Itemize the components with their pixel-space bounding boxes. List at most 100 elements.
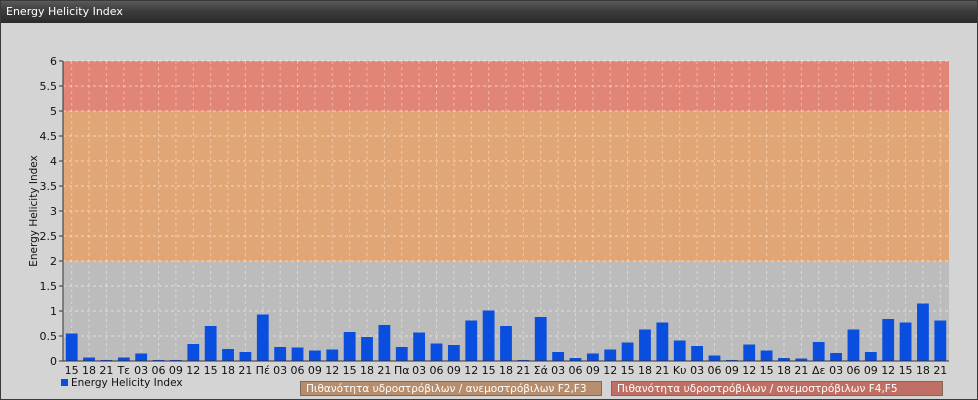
x-tick-label: 12	[881, 364, 895, 377]
bar	[135, 353, 148, 361]
x-tick-label: Κυ	[673, 364, 687, 377]
bar	[743, 344, 756, 361]
x-tick-label: 15	[65, 364, 79, 377]
bar	[308, 350, 321, 361]
x-tick-label: 18	[499, 364, 513, 377]
y-tick-label: 0.5	[40, 330, 58, 343]
x-tick-label: 15	[204, 364, 218, 377]
x-tick-label: 21	[99, 364, 113, 377]
legend-band-f4f5: Πιθανότητα υδροστρόβιλων / ανεμοστρόβιλω…	[611, 381, 943, 396]
window-title: Energy Helicity Index	[1, 1, 977, 23]
bar	[343, 332, 356, 361]
x-tick-label: 09	[447, 364, 461, 377]
chart-panel: 0 0.5 1 1.5 2 2.5 3 3.5 4 4.5 5 5.5 6 15 18 21 Τε 03 06 09 1…	[2, 24, 976, 398]
ehi-chart: 00.511.522.533.544.555.5615 18 21 Τε 03 06 09 1…	[28, 55, 949, 389]
bar	[552, 352, 565, 361]
x-tick-label: 15	[760, 364, 774, 377]
x-tick-label: 18	[360, 364, 374, 377]
bar	[534, 317, 547, 361]
bar	[656, 322, 669, 361]
bar	[812, 342, 825, 361]
x-tick-label: 21	[377, 364, 391, 377]
y-tick-label: 3.5	[40, 180, 58, 193]
bar	[222, 349, 234, 361]
y-tick-label: 2.5	[40, 230, 58, 243]
y-tick-label: 4.5	[40, 130, 58, 143]
x-tick-label: 03	[134, 364, 148, 377]
legend-band-f2f3: Πιθανότητα υδροστρόβιλων / ανεμοστρόβιλω…	[300, 381, 602, 396]
x-tick-label: 06	[707, 364, 721, 377]
x-tick-label: 12	[464, 364, 478, 377]
x-tick-label: 09	[308, 364, 322, 377]
bar	[708, 355, 721, 361]
bar	[830, 353, 842, 361]
bar	[430, 343, 443, 361]
x-tick-label: 15	[899, 364, 913, 377]
x-tick-label: 21	[933, 364, 947, 377]
bar	[482, 310, 495, 361]
bar	[274, 347, 287, 361]
bar	[65, 333, 78, 361]
bar	[586, 353, 599, 361]
x-tick-label: 12	[325, 364, 339, 377]
y-axis-label: Energy Helicity Index	[28, 155, 40, 267]
bar	[326, 349, 339, 361]
legend-label: Energy Helicity Index	[71, 377, 183, 389]
y-tick-label: 3	[50, 205, 57, 218]
x-tick-label: 09	[725, 364, 739, 377]
bar	[465, 320, 478, 361]
x-tick-label: 03	[273, 364, 287, 377]
x-tick-label: 18	[221, 364, 235, 377]
x-tick-label: 09	[864, 364, 878, 377]
y-tick-label: 0	[50, 355, 57, 368]
x-tick-label: Σά	[534, 364, 548, 377]
x-tick-label: 03	[829, 364, 843, 377]
x-tick-label: 06	[846, 364, 860, 377]
x-tick-label: 15	[621, 364, 635, 377]
chart-window: Energy Helicity Index 0 0.5 1 1.5 2 2.5 3 3.5 4 4…	[0, 0, 978, 400]
y-tick-label: 6	[50, 55, 57, 68]
bar	[934, 320, 947, 361]
bar	[847, 329, 860, 361]
bar	[83, 357, 95, 361]
x-tick-label: 21	[516, 364, 530, 377]
bar	[882, 319, 895, 361]
x-tick-label: 03	[690, 364, 704, 377]
bar	[917, 303, 929, 361]
bar	[447, 345, 460, 361]
x-tick-label: 12	[186, 364, 200, 377]
bar	[256, 314, 269, 361]
x-tick-label: 15	[343, 364, 357, 377]
bar	[673, 340, 686, 361]
bar	[361, 337, 373, 361]
bar	[395, 347, 408, 361]
y-tick-label: 2	[50, 255, 57, 268]
legend-swatch	[61, 379, 68, 386]
bar	[204, 326, 217, 361]
bar	[413, 332, 426, 361]
bar	[187, 344, 200, 361]
x-tick-label: 18	[82, 364, 96, 377]
bar	[117, 357, 130, 361]
bar	[691, 346, 704, 361]
x-tick-label: Τε	[116, 364, 130, 377]
x-tick-label: 12	[603, 364, 617, 377]
y-tick-label: 1	[50, 305, 57, 318]
x-tick-label: 09	[586, 364, 600, 377]
x-tick-label: 21	[794, 364, 808, 377]
x-tick-label: 03	[551, 364, 565, 377]
bar	[621, 342, 634, 361]
x-tick-label: 18	[638, 364, 652, 377]
x-tick-label: 06	[291, 364, 305, 377]
x-tick-label: Πα	[394, 364, 410, 377]
bar	[864, 352, 877, 361]
x-tick-label: 03	[412, 364, 426, 377]
x-tick-label: Δε	[812, 364, 826, 377]
x-tick-label: 12	[742, 364, 756, 377]
y-tick-label: 5	[50, 105, 57, 118]
bar	[239, 352, 252, 361]
x-tick-label: 06	[152, 364, 166, 377]
y-tick-label: 5.5	[40, 80, 58, 93]
x-tick-label: 18	[777, 364, 791, 377]
bar	[899, 322, 912, 361]
